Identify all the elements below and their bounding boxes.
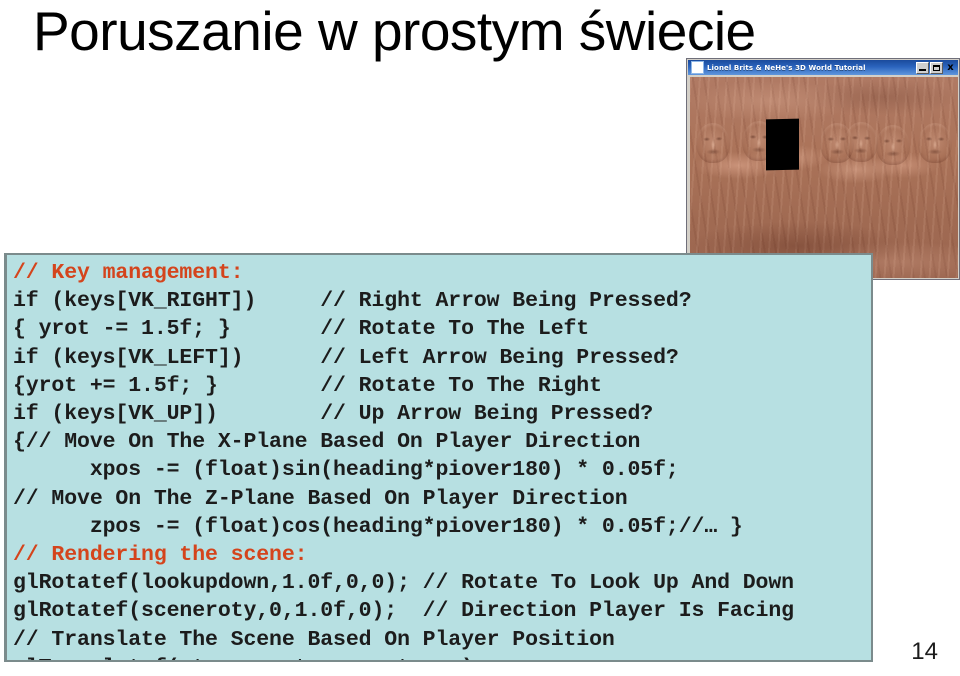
code-line: glRotatef(lookupdown,1.0f,0,0); // Rotat… [13,571,794,596]
code-line: if (keys[VK_UP]) // Up Arrow Being Press… [13,402,654,427]
code-line: xpos -= (float)sin(heading*piover180) * … [13,458,679,483]
app-window-icon [691,61,704,74]
slide-title: Poruszanie w prostym świecie [33,0,756,62]
code-line: { yrot -= 1.5f; } // Rotate To The Left [13,317,590,342]
code-line: if (keys[VK_LEFT]) // Left Arrow Being P… [13,345,679,370]
app-window-title: Lionel Brits & NeHe's 3D World Tutorial [707,63,866,72]
code-line: if (keys[VK_RIGHT]) // Right Arrow Being… [13,289,692,314]
app-window: Lionel Brits & NeHe's 3D World Tutorial … [686,58,960,280]
gl-viewport [690,77,958,278]
carved-face [843,121,879,163]
code-line: // Move On The Z-Plane Based On Player D… [13,486,628,511]
code-line: glRotatef(sceneroty,0,1.0f,0); // Direct… [13,599,794,624]
code-line: {// Move On The X-Plane Based On Player … [13,430,641,455]
carved-face [917,122,953,164]
close-button[interactable]: x [944,62,957,74]
code-line: {yrot += 1.5f; } // Rotate To The Right [13,373,602,398]
minimize-button[interactable] [916,61,929,74]
carved-face [875,124,911,166]
stone-wall-texture [690,77,958,278]
code-line: glTranslatef(xtrans, ytrans, ztrans); [13,654,871,660]
app-window-titlebar: Lionel Brits & NeHe's 3D World Tutorial … [688,60,958,75]
code-line: // Translate The Scene Based On Player P… [13,627,615,652]
code-block: // Key management: if (keys[VK_RIGHT]) //… [4,253,873,662]
maximize-button[interactable] [930,61,943,74]
doorway [766,118,799,171]
code-line: // Rendering the scene: [13,543,308,568]
page-number: 14 [911,638,938,665]
code-line: // Key management: [13,261,244,285]
code-line: zpos -= (float)cos(heading*piover180) * … [13,514,743,539]
